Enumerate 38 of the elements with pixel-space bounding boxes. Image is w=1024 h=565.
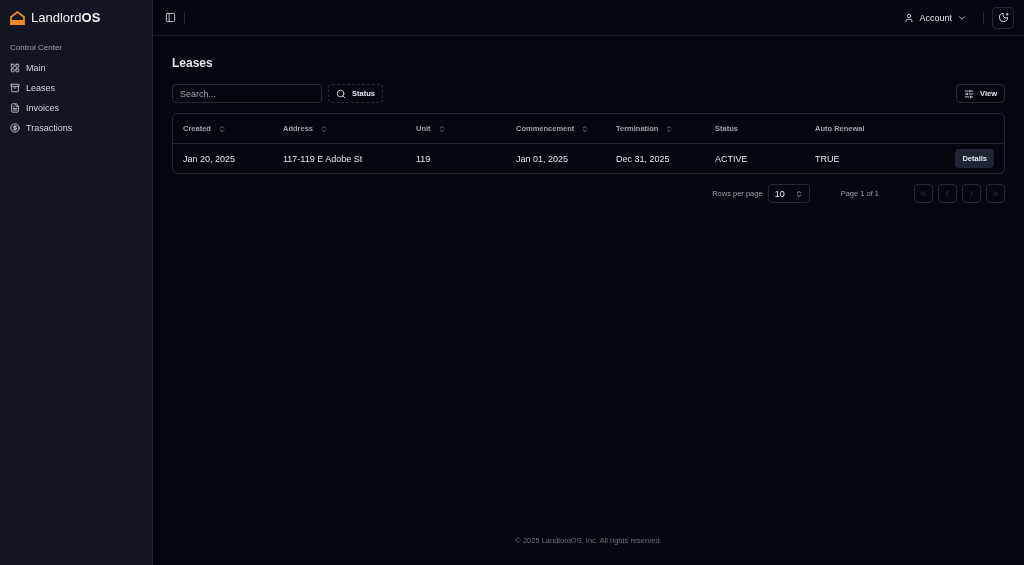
table-cell-text: Dec 31, 2025 [615, 152, 671, 166]
document-icon [10, 103, 20, 113]
chevron-icon [967, 189, 976, 198]
double-chevron-icon [991, 189, 1000, 198]
search-icon [336, 88, 346, 99]
dollar-icon [10, 123, 20, 133]
sort-icon [665, 124, 674, 133]
theme-toggle-button[interactable] [992, 6, 1014, 29]
double-chevron-icon [919, 189, 928, 198]
sort-icon [581, 124, 590, 133]
table-cell-text: 117-119 E Adobe St [282, 152, 364, 166]
sidebar-toggle-icon[interactable] [165, 12, 176, 23]
table-cell-text: 119 [415, 152, 432, 166]
moon-icon [997, 12, 1009, 23]
nav-item[interactable]: Main [8, 58, 144, 78]
table-cell-text: Jan 20, 2025 [182, 152, 237, 166]
table-cell-text: Jan 01, 2025 [515, 152, 570, 166]
table-cell-text: ACTIVE [714, 152, 749, 166]
user-icon [904, 12, 915, 23]
house-logo-icon [10, 10, 25, 25]
logo-text: LandlordOS [31, 10, 101, 25]
section-label: Control Center [9, 42, 64, 54]
nav-item[interactable]: Invoices [8, 98, 144, 118]
rows-per-page-select[interactable]: 10 [767, 184, 810, 203]
page-title: Leases [172, 56, 214, 70]
table-cell: TRUE [815, 153, 840, 164]
search-field[interactable]: Search... [172, 84, 322, 103]
account-menu[interactable]: Account [896, 8, 975, 27]
sliders-icon [964, 88, 975, 99]
box-icon [10, 83, 20, 93]
grid-icon [10, 63, 20, 73]
sort-icon [437, 124, 446, 133]
chevron-icon [943, 189, 952, 198]
nav-item[interactable]: Leases [8, 78, 144, 98]
chevrons-up-down-icon [794, 189, 803, 198]
sort-icon [320, 124, 328, 133]
sort-icon [217, 124, 226, 133]
nav-item[interactable]: Trasactions [8, 118, 144, 138]
